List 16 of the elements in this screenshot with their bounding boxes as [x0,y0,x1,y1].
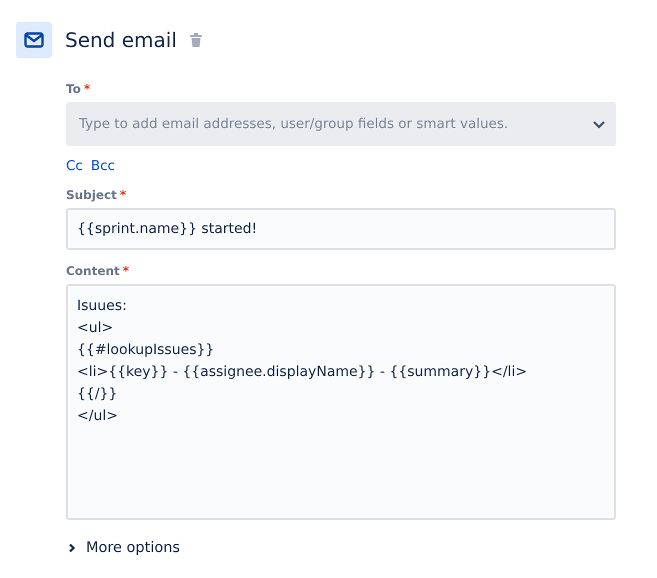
chevron-down-icon [592,120,606,128]
required-mark: * [84,82,90,96]
field-label: To [66,82,81,96]
chevron-right-icon [68,543,76,553]
required-mark: * [120,188,126,202]
required-mark: * [122,264,130,278]
action-title: Send email [65,28,177,52]
envelope-icon [24,32,44,48]
trash-icon[interactable] [190,33,202,47]
recipient-link[interactable]: Bcc [90,158,115,174]
content-field[interactable]: Isuues: <ul> {{#lookupIssues}} <li>{{key}} - {{assignee.displayName}} - {{summary}}</li> {{/}} </ul> [66,284,616,520]
subject-field[interactable]: {{sprint.name}} started! [66,208,616,250]
field-label: Content [66,264,120,278]
recipient-link[interactable]: Cc [66,158,83,174]
field-label: Subject [66,188,117,202]
more-options-toggle[interactable]: More options [68,540,616,556]
